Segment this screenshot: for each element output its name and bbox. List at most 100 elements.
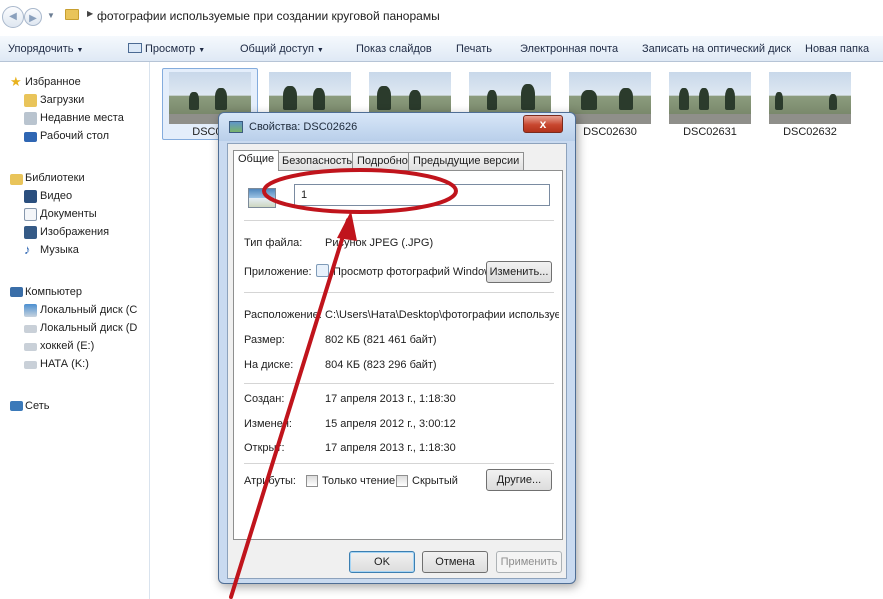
nav-label: Локальный диск (C bbox=[40, 304, 138, 316]
thumbnail-tree bbox=[829, 94, 837, 110]
nav-disk-d[interactable]: Локальный диск (D bbox=[0, 320, 150, 338]
disk-icon bbox=[24, 325, 37, 333]
nav-label: Рабочий стол bbox=[40, 130, 110, 142]
file-thumbnail[interactable] bbox=[669, 72, 751, 124]
view-button[interactable]: Просмотр ▼ bbox=[128, 43, 205, 55]
nav-documents[interactable]: Документы bbox=[0, 206, 150, 224]
forward-button[interactable]: ▶ bbox=[24, 8, 42, 26]
file-thumbnail[interactable] bbox=[569, 72, 651, 124]
thumbnail-tree bbox=[725, 88, 735, 110]
nav-video[interactable]: Видео bbox=[0, 188, 150, 206]
application-label: Приложение: bbox=[244, 266, 312, 278]
application-value: Просмотр фотографий Windows bbox=[333, 266, 498, 278]
nav-favorites[interactable]: ★ Избранное bbox=[0, 74, 150, 92]
breadcrumb-current-folder[interactable]: фотографии используемые при создании кру… bbox=[97, 9, 440, 23]
location-value: C:\Users\Ната\Desktop\фотографии использ… bbox=[325, 309, 559, 321]
back-button[interactable]: ◀ bbox=[2, 6, 24, 28]
nav-network[interactable]: Сеть bbox=[0, 398, 150, 416]
thumbnail-tree bbox=[699, 88, 709, 110]
file-name[interactable]: DSC02630 bbox=[569, 126, 651, 138]
size-value: 802 КБ (821 461 байт) bbox=[325, 334, 437, 346]
nav-label: Музыка bbox=[40, 244, 79, 256]
breadcrumb-separator-icon[interactable]: ▶ bbox=[87, 9, 93, 18]
network-icon bbox=[10, 401, 23, 411]
system-disk-icon bbox=[24, 304, 37, 317]
thumbnail-tree bbox=[409, 90, 421, 110]
nav-desktop[interactable]: Рабочий стол bbox=[0, 128, 150, 146]
modified-label: Изменен: bbox=[244, 418, 292, 430]
nav-drive-k[interactable]: НАТА (K:) bbox=[0, 356, 150, 374]
thumbnail-road bbox=[669, 114, 751, 124]
apply-button: Применить bbox=[496, 551, 562, 573]
recent-places-icon bbox=[24, 112, 37, 125]
tab-general[interactable]: Общие bbox=[233, 150, 280, 171]
organize-label: Упорядочить bbox=[8, 43, 74, 55]
music-note-icon: ♪ bbox=[24, 242, 31, 257]
address-bar: ◀ ▶ ▼ ▶ фотографии используемые при созд… bbox=[0, 0, 883, 36]
file-name[interactable]: DSC02632 bbox=[769, 126, 851, 138]
readonly-label[interactable]: Только чтение bbox=[322, 475, 395, 487]
change-app-button[interactable]: Изменить... bbox=[486, 261, 552, 283]
readonly-checkbox[interactable] bbox=[306, 475, 318, 487]
folder-icon bbox=[65, 9, 79, 20]
nav-drive-e[interactable]: хоккей (E:) bbox=[0, 338, 150, 356]
thumbnail-tree bbox=[679, 88, 689, 110]
nav-label: Сеть bbox=[25, 400, 50, 412]
back-arrow-icon: ◀ bbox=[9, 11, 17, 22]
location-label: Расположение: bbox=[244, 309, 322, 321]
removable-drive-icon bbox=[24, 343, 37, 351]
video-icon bbox=[24, 190, 37, 203]
nav-disk-c[interactable]: Локальный диск (C bbox=[0, 302, 150, 320]
nav-downloads[interactable]: Загрузки bbox=[0, 92, 150, 110]
close-button[interactable]: x bbox=[523, 115, 563, 133]
file-type-label: Тип файла: bbox=[244, 237, 303, 249]
divider bbox=[244, 220, 554, 221]
nav-label: Библиотеки bbox=[25, 172, 85, 184]
advanced-attributes-button[interactable]: Другие... bbox=[486, 469, 552, 491]
share-button[interactable]: Общий доступ ▼ bbox=[240, 43, 324, 55]
dialog-title: Свойства: DSC02626 bbox=[249, 121, 358, 133]
modified-value: 15 апреля 2012 г., 3:00:12 bbox=[325, 418, 456, 430]
cancel-button[interactable]: Отмена bbox=[422, 551, 488, 573]
new-folder-button[interactable]: Новая папка bbox=[805, 43, 869, 55]
tab-security[interactable]: Безопасность bbox=[277, 152, 358, 170]
created-label: Создан: bbox=[244, 393, 285, 405]
recent-pages-chevron-icon[interactable]: ▼ bbox=[47, 11, 55, 20]
image-file-icon bbox=[248, 188, 276, 208]
burn-button[interactable]: Записать на оптический диск bbox=[642, 43, 791, 55]
libraries-icon bbox=[10, 174, 23, 185]
chevron-down-icon: ▼ bbox=[316, 47, 324, 54]
file-thumbnail[interactable] bbox=[769, 72, 851, 124]
slideshow-button[interactable]: Показ слайдов bbox=[356, 43, 432, 55]
thumbnail-tree bbox=[189, 92, 199, 110]
nav-music[interactable]: ♪ Музыка bbox=[0, 242, 150, 260]
nav-label: Изображения bbox=[40, 226, 110, 238]
divider bbox=[244, 292, 554, 293]
thumbnail-tree bbox=[215, 88, 227, 110]
thumbnail-tree bbox=[283, 86, 297, 110]
organize-button[interactable]: Упорядочить ▼ bbox=[8, 43, 83, 55]
dialog-titlebar[interactable]: Свойства: DSC02626 x bbox=[219, 113, 575, 141]
nav-recent[interactable]: Недавние места bbox=[0, 110, 150, 128]
share-label: Общий доступ bbox=[240, 43, 314, 55]
forward-arrow-icon: ▶ bbox=[29, 13, 37, 24]
hidden-checkbox[interactable] bbox=[396, 475, 408, 487]
dialog-body: Общие Безопасность Подробно Предыдущие в… bbox=[227, 143, 567, 579]
file-name[interactable]: DSC02631 bbox=[669, 126, 751, 138]
nav-label: Документы bbox=[40, 208, 97, 220]
view-icon bbox=[128, 43, 142, 53]
nav-computer[interactable]: Компьютер bbox=[0, 284, 150, 302]
size-on-disk-value: 804 КБ (823 296 байт) bbox=[325, 359, 437, 371]
tab-details[interactable]: Подробно bbox=[352, 152, 413, 170]
file-type-value: Рисунок JPEG (.JPG) bbox=[325, 237, 434, 249]
hidden-label[interactable]: Скрытый bbox=[412, 475, 458, 487]
nav-pictures[interactable]: Изображения bbox=[0, 224, 150, 242]
email-button[interactable]: Электронная почта bbox=[520, 43, 618, 55]
tab-previous-versions[interactable]: Предыдущие версии bbox=[408, 152, 525, 170]
photo-viewer-icon bbox=[316, 264, 329, 277]
nav-libraries[interactable]: Библиотеки bbox=[0, 170, 150, 188]
ok-button[interactable]: OK bbox=[349, 551, 415, 573]
file-name-input[interactable] bbox=[294, 184, 550, 206]
print-button[interactable]: Печать bbox=[456, 43, 492, 55]
thumbnail-tree bbox=[487, 90, 497, 110]
